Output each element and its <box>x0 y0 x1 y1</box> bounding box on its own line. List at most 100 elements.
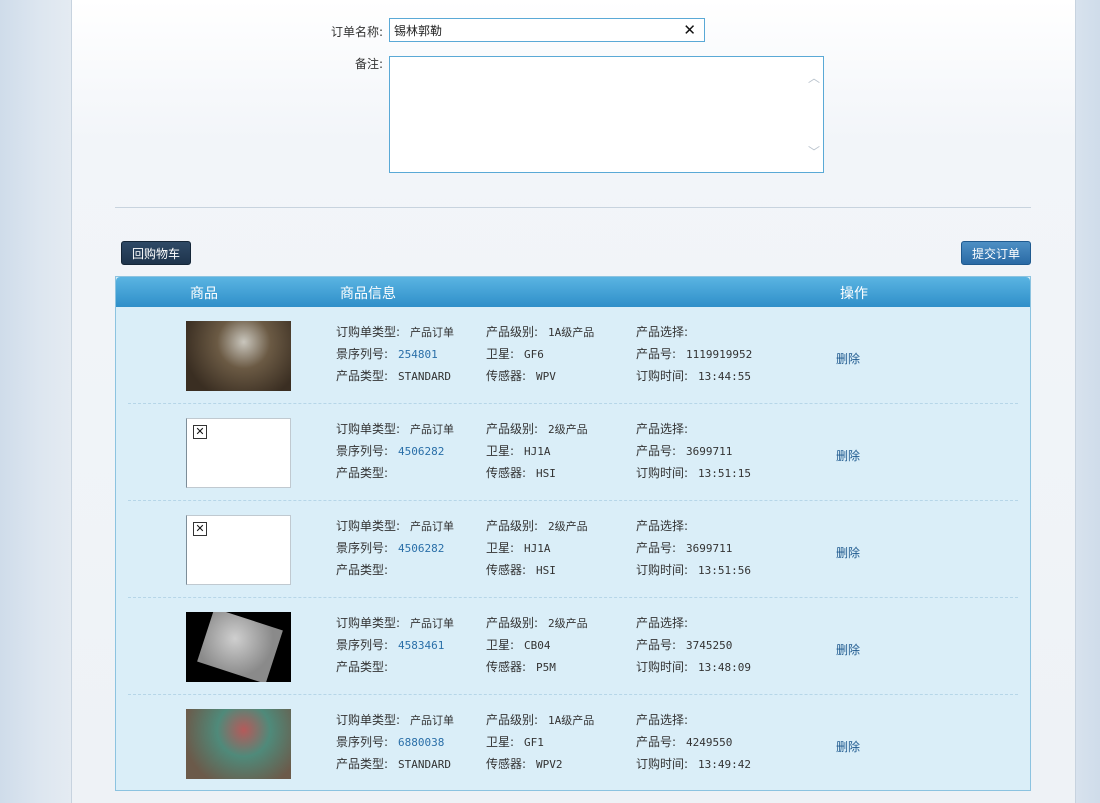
order-time-cell: 订购时间: 13:48:09 <box>636 658 751 675</box>
remark-textarea[interactable] <box>390 57 809 176</box>
order-name-input[interactable] <box>394 22 674 38</box>
order-time-label: 订购时间: <box>636 563 689 577</box>
broken-image-icon: ✕ <box>193 425 207 439</box>
sensor-value: P5M <box>536 661 556 674</box>
sensor-value: HSI <box>536 467 556 480</box>
order-type-cell: 订购单类型: 产品订单 <box>336 517 454 534</box>
product-id-value: 3699711 <box>686 542 733 555</box>
product-type-label: 产品类型: <box>336 369 389 383</box>
order-time-cell: 订购时间: 13:44:55 <box>636 367 751 384</box>
product-level-cell: 产品级别: 2级产品 <box>486 420 588 437</box>
order-time-cell: 订购时间: 13:51:15 <box>636 464 751 481</box>
product-type-cell: 产品类型: STANDARD <box>336 367 451 384</box>
clear-icon[interactable]: ✕ <box>683 21 696 39</box>
product-level-label: 产品级别: <box>486 616 539 630</box>
order-name-field[interactable]: ✕ <box>389 18 705 42</box>
order-time-value: 13:48:09 <box>698 661 752 674</box>
order-type-label: 订购单类型: <box>336 616 401 630</box>
submit-order-button[interactable]: 提交订单 <box>961 241 1031 265</box>
order-name-label: 订单名称: <box>330 25 383 39</box>
scene-no-label: 景序列号: <box>336 347 389 361</box>
order-type-value: 产品订单 <box>410 520 455 533</box>
scene-no-value[interactable]: 4583461 <box>398 639 444 652</box>
delete-link[interactable]: 删除 <box>836 738 860 755</box>
order-panel: 订单名称: ✕ 备注: ︿ ﹀ 回购物车 提交订单 商品 商品信息 操作 订购单… <box>71 0 1076 803</box>
product-id-label: 产品号: <box>636 347 677 361</box>
scene-no-cell: 景序列号: 6880038 <box>336 733 444 750</box>
product-level-value: 1A级产品 <box>548 326 595 339</box>
sensor-label: 传感器: <box>486 757 527 771</box>
product-id-value: 4249550 <box>686 736 733 749</box>
back-to-cart-button[interactable]: 回购物车 <box>121 241 191 265</box>
delete-link[interactable]: 删除 <box>836 544 860 561</box>
broken-image-placeholder: ✕ <box>186 418 291 488</box>
delete-link[interactable]: 删除 <box>836 641 860 658</box>
sensor-label: 传感器: <box>486 563 527 577</box>
scene-no-value[interactable]: 4506282 <box>398 445 444 458</box>
satellite-label: 卫星: <box>486 347 515 361</box>
product-select-cell: 产品选择: <box>636 614 698 631</box>
order-time-label: 订购时间: <box>636 660 689 674</box>
order-type-label: 订购单类型: <box>336 713 401 727</box>
product-id-cell: 产品号: 3699711 <box>636 442 732 459</box>
order-type-cell: 订购单类型: 产品订单 <box>336 323 454 340</box>
order-time-value: 13:44:55 <box>698 370 752 383</box>
broken-image-placeholder: ✕ <box>186 515 291 585</box>
delete-link[interactable]: 删除 <box>836 350 860 367</box>
sensor-label: 传感器: <box>486 660 527 674</box>
product-select-cell: 产品选择: <box>636 420 698 437</box>
scroll-down-icon[interactable]: ﹀ <box>808 146 820 158</box>
scene-no-value[interactable]: 6880038 <box>398 736 444 749</box>
satellite-value: HJ1A <box>524 542 551 555</box>
order-type-value: 产品订单 <box>410 423 455 436</box>
header-product: 商品 <box>190 286 218 302</box>
product-level-value: 1A级产品 <box>548 714 595 727</box>
table-header: 商品 商品信息 操作 <box>116 277 1030 307</box>
product-id-label: 产品号: <box>636 444 677 458</box>
order-time-value: 13:49:42 <box>698 758 752 771</box>
product-thumbnail <box>186 612 291 682</box>
satellite-cell: 卫星: GF6 <box>486 345 544 362</box>
delete-link[interactable]: 删除 <box>836 447 860 464</box>
order-type-value: 产品订单 <box>410 326 455 339</box>
remark-scrollbar[interactable]: ︿ ﹀ <box>805 57 823 172</box>
satellite-label: 卫星: <box>486 444 515 458</box>
product-select-cell: 产品选择: <box>636 711 698 728</box>
product-id-value: 1119919952 <box>686 348 753 361</box>
product-id-label: 产品号: <box>636 541 677 555</box>
product-level-label: 产品级别: <box>486 713 539 727</box>
header-action: 操作 <box>840 286 868 302</box>
product-select-label: 产品选择: <box>636 422 689 436</box>
product-type-cell: 产品类型: STANDARD <box>336 755 451 772</box>
scroll-up-icon[interactable]: ︿ <box>808 72 820 84</box>
satellite-cell: 卫星: GF1 <box>486 733 544 750</box>
sensor-value: WPV2 <box>536 758 563 771</box>
product-select-label: 产品选择: <box>636 519 689 533</box>
product-level-value: 2级产品 <box>548 520 588 533</box>
order-type-label: 订购单类型: <box>336 422 401 436</box>
product-id-cell: 产品号: 3745250 <box>636 636 732 653</box>
product-id-value: 3745250 <box>686 639 733 652</box>
product-id-label: 产品号: <box>636 638 677 652</box>
satellite-value: HJ1A <box>524 445 551 458</box>
satellite-label: 卫星: <box>486 638 515 652</box>
sensor-label: 传感器: <box>486 369 527 383</box>
product-type-label: 产品类型: <box>336 660 389 674</box>
product-id-cell: 产品号: 1119919952 <box>636 345 752 362</box>
order-type-value: 产品订单 <box>410 714 455 727</box>
scene-no-value[interactable]: 254801 <box>398 348 438 361</box>
product-type-label: 产品类型: <box>336 757 389 771</box>
product-level-cell: 产品级别: 2级产品 <box>486 614 588 631</box>
remark-field[interactable]: ︿ ﹀ <box>389 56 824 176</box>
order-type-cell: 订购单类型: 产品订单 <box>336 711 454 728</box>
header-product-info: 商品信息 <box>340 286 396 302</box>
order-time-value: 13:51:56 <box>698 564 752 577</box>
satellite-cell: 卫星: CB04 <box>486 636 551 653</box>
sensor-value: HSI <box>536 564 556 577</box>
scene-no-value[interactable]: 4506282 <box>398 542 444 555</box>
scene-no-cell: 景序列号: 4506282 <box>336 539 444 556</box>
product-type-label: 产品类型: <box>336 466 389 480</box>
divider <box>115 207 1031 208</box>
scene-no-label: 景序列号: <box>336 735 389 749</box>
product-id-value: 3699711 <box>686 445 733 458</box>
